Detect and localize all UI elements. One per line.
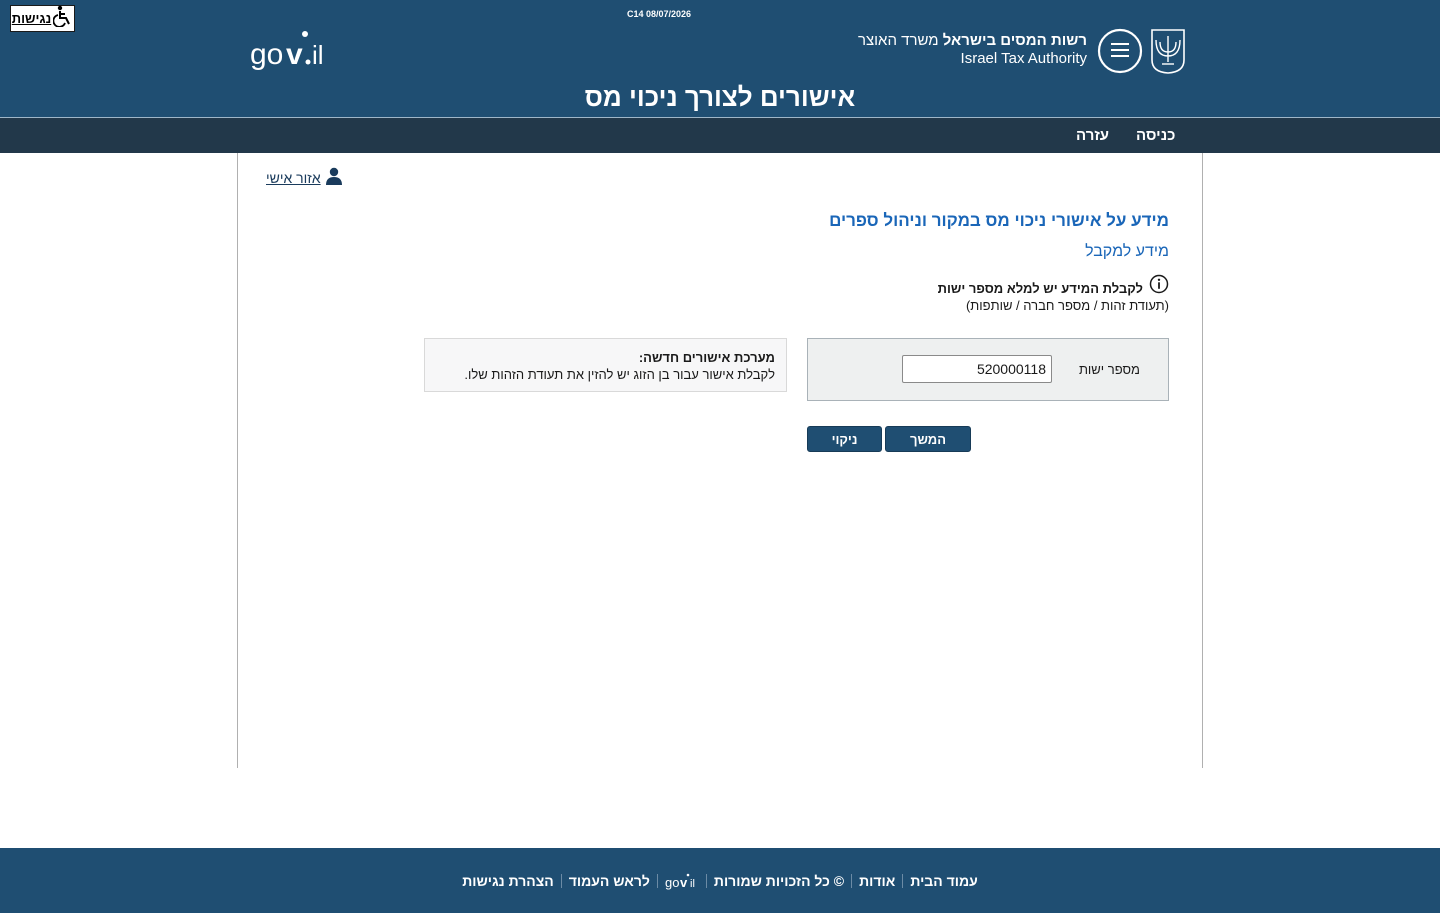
svg-text:il: il [312, 40, 324, 70]
svg-text:v: v [286, 38, 303, 71]
personal-area-label: אזור אישי [266, 170, 321, 186]
org-name-bold: רשות המסים בישראל [942, 32, 1087, 49]
content-border-left [237, 153, 238, 768]
personal-area-link[interactable]: אזור אישי [266, 167, 343, 190]
nav-login[interactable]: כניסה [1136, 127, 1175, 144]
entity-number-input[interactable] [902, 355, 1052, 383]
info-icon [1149, 274, 1169, 299]
org-name-hebrew: רשות המסים בישראל משרד האוצר [858, 32, 1087, 49]
state-emblem-icon [1150, 28, 1186, 74]
footer-home-link[interactable]: עמוד הבית [910, 873, 978, 889]
accessibility-label: נגישות [11, 11, 52, 26]
footer-separator [560, 873, 562, 888]
page-title: אישורים לצורך ניכוי מס [584, 82, 856, 112]
user-icon [325, 167, 343, 190]
footer-copyright: © כל הזכויות שמורות [713, 872, 845, 889]
footer-separator [656, 873, 658, 888]
site-footer: עמוד הבית אודות © כל הזכויות שמורות go v… [0, 848, 1440, 913]
svg-text:go: go [665, 875, 679, 890]
main-nav: כניסה עזרה [0, 118, 1440, 153]
footer-separator [705, 873, 707, 888]
new-system-notice: מערכת אישורים חדשה: לקבלת אישור עבור בן … [424, 338, 787, 392]
clear-button[interactable]: ניקוי [807, 426, 882, 452]
info-subtext: (תעודת זהות / מספר חברה / שותפות) [965, 298, 1169, 313]
info-row: לקבלת המידע יש למלא מספר ישות [938, 274, 1169, 299]
continue-button[interactable]: המשך [885, 426, 971, 452]
footer-separator [851, 873, 853, 888]
section-heading: מידע על אישורי ניכוי מס במקור וניהול ספר… [829, 211, 1169, 230]
footer-links: עמוד הבית אודות © כל הזכויות שמורות go v… [0, 848, 1440, 913]
notice-text: לקבלת אישור עבור בן הזוג יש להזין את תעו… [464, 367, 775, 382]
nav-help[interactable]: עזרה [1076, 127, 1109, 144]
footer-accessibility-link[interactable]: הצהרת נגישות [462, 873, 554, 889]
footer-top-link[interactable]: לראש העמוד [569, 873, 650, 889]
footer-about-link[interactable]: אודות [859, 873, 895, 889]
wheelchair-icon [52, 5, 73, 32]
entity-number-label: מספר ישות [1078, 362, 1140, 377]
org-name-ministry: משרד האוצר [857, 32, 939, 49]
svg-text:v: v [680, 875, 688, 890]
content-border-right [1202, 153, 1203, 768]
entity-form: מספר ישות [807, 338, 1169, 401]
org-name-english: Israel Tax Authority [960, 50, 1087, 67]
notice-title: מערכת אישורים חדשה: [638, 350, 775, 365]
footer-gov-il-logo[interactable]: go v il [665, 872, 699, 890]
version-label: C14 08/07/2026 [626, 9, 692, 19]
svg-text:il: il [690, 878, 695, 890]
footer-separator [902, 873, 904, 888]
section-subheading: מידע למקבל [1085, 243, 1169, 260]
svg-text:go: go [250, 38, 283, 71]
info-text: לקבלת המידע יש למלא מספר ישות [937, 281, 1143, 296]
tax-authority-logo-icon [1097, 28, 1143, 74]
site-header: C14 08/07/2026 נגישות go v il רשות המסים… [0, 0, 1440, 117]
gov-il-logo[interactable]: go v il [250, 28, 330, 72]
accessibility-button[interactable]: נגישות [10, 5, 75, 32]
